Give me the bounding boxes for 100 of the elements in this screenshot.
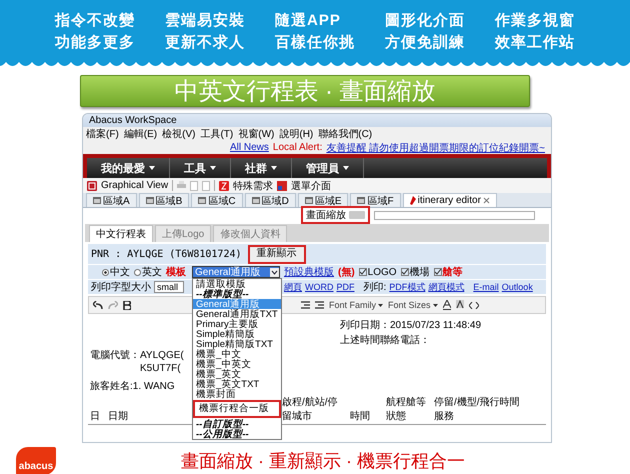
dropdown-option[interactable]: Simple精簡版 bbox=[193, 329, 281, 339]
dropdown-option[interactable]: General通用版TXT bbox=[193, 309, 281, 319]
menu-icon bbox=[277, 180, 288, 190]
caret-icon bbox=[271, 166, 277, 170]
slide-title: 中英文行程表 · 畫面縮放 bbox=[80, 75, 530, 107]
passenger-name: 旅客姓名:1. WANG bbox=[90, 380, 175, 393]
mail-link[interactable]: Outlook bbox=[502, 282, 533, 292]
text-color-icon bbox=[442, 300, 451, 310]
alert-label: Local Alert: bbox=[272, 142, 322, 153]
font-size-dropdown[interactable]: Font Sizes bbox=[388, 300, 438, 310]
alert-link[interactable]: 友善提醒 請勿使用超過開票期限的訂位紀錄開票~ bbox=[326, 140, 545, 154]
print-icon bbox=[177, 181, 186, 190]
export-link[interactable]: PDF bbox=[336, 282, 354, 292]
window-icon bbox=[198, 197, 206, 204]
export-link[interactable]: 網頁 bbox=[284, 280, 302, 294]
special-icon bbox=[219, 180, 230, 190]
dropdown-option[interactable]: 請選取模版 bbox=[193, 279, 281, 289]
checkbox[interactable]: LOGO bbox=[358, 266, 397, 278]
view-icon bbox=[87, 180, 97, 190]
dropdown-option[interactable]: --公用版型-- bbox=[193, 429, 281, 439]
window-icon bbox=[252, 197, 260, 204]
menu-item[interactable]: 檔案(F) bbox=[86, 127, 119, 141]
record-code: 電腦代號：AYLQGE( bbox=[90, 348, 184, 362]
logo: abacus bbox=[16, 447, 56, 474]
tab[interactable]: 區域E bbox=[298, 193, 348, 207]
preview-link[interactable]: 預設典模版 bbox=[284, 265, 334, 279]
checkbox[interactable]: 機場 bbox=[400, 265, 430, 279]
banner-text: 功能多更多 bbox=[55, 32, 135, 52]
window-icon bbox=[146, 197, 154, 204]
tab[interactable]: 區域D bbox=[244, 193, 296, 207]
close-icon bbox=[482, 197, 490, 204]
font-family-dropdown[interactable]: Font Family bbox=[329, 300, 384, 310]
caret-icon bbox=[432, 304, 438, 306]
check-icon bbox=[360, 269, 366, 275]
bold-icon bbox=[123, 300, 131, 310]
banner-text: 作業多視窗 bbox=[495, 10, 575, 30]
banner-text: 雲端易安裝 bbox=[165, 10, 245, 30]
language-radio[interactable]: 中文 bbox=[102, 265, 130, 279]
dropdown-icon bbox=[270, 268, 279, 276]
preview-status: (無) bbox=[338, 266, 355, 279]
banner-text: 指令不改變 bbox=[55, 10, 135, 30]
menu-item[interactable]: 聯絡我們(C) bbox=[318, 127, 372, 141]
mail-link[interactable]: E-mail bbox=[473, 282, 499, 292]
column-header: 日 bbox=[90, 410, 101, 423]
dropdown-option[interactable]: Primary主要版 bbox=[193, 319, 281, 329]
banner-text: 更新不求人 bbox=[165, 32, 245, 52]
tab[interactable]: 區域F bbox=[350, 193, 401, 207]
pen-icon bbox=[410, 196, 416, 205]
tab[interactable]: 中文行程表 bbox=[89, 225, 153, 242]
banner-text: 隨選APP bbox=[275, 10, 342, 30]
export-link[interactable]: WORD bbox=[305, 282, 334, 292]
banner-text: 效率工作站 bbox=[495, 32, 575, 52]
menu-item[interactable]: 視窗(W) bbox=[238, 127, 274, 141]
dropdown-option[interactable]: 機票_中英文 bbox=[193, 359, 281, 369]
banner-text: 百樣任你挑 bbox=[275, 32, 355, 52]
banner-text: 圖形化介面 bbox=[385, 10, 465, 30]
column-header: 停留/機型/飛行時間服務 bbox=[434, 396, 521, 423]
tab[interactable]: 區域A bbox=[86, 193, 137, 207]
menu-item[interactable]: 編輯(E) bbox=[124, 127, 158, 141]
language-radio[interactable]: 英文 bbox=[134, 265, 162, 279]
tab[interactable]: 區域C bbox=[191, 193, 243, 207]
special-request-button[interactable]: 特殊需求 bbox=[233, 178, 274, 192]
dropdown-option[interactable]: --標準版型-- bbox=[193, 289, 281, 299]
font-size-label: 列印字型大小 bbox=[91, 280, 151, 294]
dropdown-option[interactable]: 機票_中文 bbox=[193, 349, 281, 359]
menu-interface-button[interactable]: 選單介面 bbox=[291, 178, 332, 192]
banner-text: 方便免訓練 bbox=[385, 32, 465, 52]
dropdown-option[interactable]: 機票_英文 bbox=[193, 369, 281, 379]
caret-icon bbox=[149, 166, 155, 170]
template-select[interactable]: General通用版 bbox=[192, 266, 280, 278]
dropdown-option[interactable]: 機票行程合一版 bbox=[193, 400, 281, 418]
tab[interactable]: itinerary editor bbox=[402, 193, 497, 207]
tab[interactable]: 修改個人資料 bbox=[213, 225, 288, 242]
menu-item[interactable]: 檢視(V) bbox=[162, 127, 196, 141]
print-link[interactable]: PDF模式 bbox=[389, 280, 426, 294]
column-header: 啟程/航站/停留城市 bbox=[282, 396, 339, 423]
column-header: 航程艙等狀態 bbox=[386, 396, 427, 423]
print-date: 列印日期：2015/07/23 11:48:49 bbox=[340, 318, 482, 332]
code-icon bbox=[468, 302, 479, 308]
caret-icon bbox=[343, 166, 349, 170]
tab[interactable]: 區域B bbox=[138, 193, 190, 207]
checkbox[interactable]: 艙等 bbox=[434, 265, 463, 279]
dropdown-option[interactable]: 機票封面 bbox=[193, 389, 281, 399]
menu-item[interactable]: 工具(T) bbox=[200, 127, 234, 141]
font-size-field[interactable]: small bbox=[154, 281, 184, 293]
check-icon bbox=[434, 269, 441, 275]
dropdown-option[interactable]: 機票_英文TXT bbox=[193, 379, 281, 389]
print-link[interactable]: 網頁模式 bbox=[428, 280, 464, 294]
graphical-view-button[interactable]: Graphical View bbox=[101, 180, 168, 191]
zoom-toggle[interactable] bbox=[349, 211, 365, 219]
news-link[interactable]: All News bbox=[230, 142, 269, 153]
check-icon bbox=[402, 269, 408, 275]
tab[interactable]: 上傳Logo bbox=[155, 225, 212, 242]
caret-icon bbox=[210, 166, 216, 170]
zoom-control[interactable]: 畫面縮放 bbox=[301, 206, 370, 224]
menu-item[interactable]: 說明(H) bbox=[279, 127, 314, 141]
window-icon bbox=[357, 197, 366, 204]
dropdown-option[interactable]: Simple精簡版TXT bbox=[193, 339, 281, 349]
highlight-color-icon bbox=[456, 300, 464, 310]
column-header: 日期 bbox=[108, 410, 129, 423]
